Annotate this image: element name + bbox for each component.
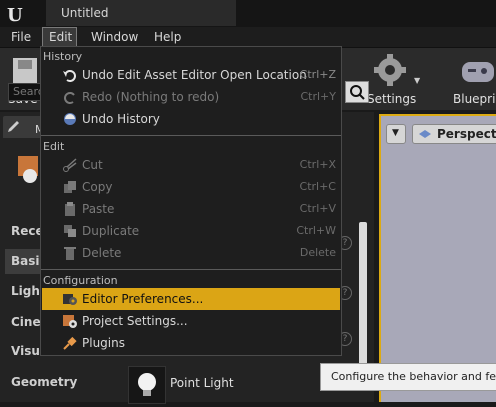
modes-tab[interactable]: M <box>3 116 45 138</box>
menu-separator <box>41 269 341 270</box>
undo-history-icon <box>64 113 76 125</box>
menu-cut[interactable]: Cut Ctrl+X <box>42 154 340 176</box>
menu-plugins[interactable]: Plugins <box>42 332 340 354</box>
menu-file[interactable]: File <box>11 27 31 47</box>
undo-history-label: Undo History <box>82 112 160 126</box>
viewport-options-button[interactable]: ▼ <box>386 124 406 144</box>
menu-undo-history[interactable]: Undo History <box>42 108 340 130</box>
delete-shortcut: Delete <box>299 246 336 259</box>
scissors-icon <box>63 158 77 172</box>
menu-duplicate[interactable]: Duplicate Ctrl+W <box>42 220 340 242</box>
menu-undo[interactable]: Undo Edit Asset Editor Open Location Ctr… <box>42 64 340 86</box>
point-light-thumbnail[interactable] <box>128 366 166 404</box>
level-viewport[interactable] <box>381 116 496 402</box>
settings-chevron-down-icon[interactable]: ▼ <box>414 76 420 85</box>
delete-label: Delete <box>82 246 122 260</box>
project-settings-icon <box>63 315 77 328</box>
project-settings-label: Project Settings... <box>82 314 188 328</box>
blueprint-gamepad-icon[interactable] <box>460 54 496 88</box>
category-geometry[interactable]: Geometry <box>11 375 77 389</box>
category-cinematic[interactable]: Cine <box>11 315 41 329</box>
viewport-perspective-button[interactable]: Perspective <box>412 124 496 144</box>
paste-shortcut: Ctrl+V <box>299 202 336 215</box>
configuration-section-header: Configuration <box>43 274 118 287</box>
light-bulb-icon <box>138 373 156 396</box>
copy-label: Copy <box>82 180 113 194</box>
perspective-label: Perspective <box>437 127 496 141</box>
document-tab[interactable]: Untitled <box>46 0 236 26</box>
menu-copy[interactable]: Copy Ctrl+C <box>42 176 340 198</box>
editor-preferences-icon <box>63 294 77 305</box>
menu-window[interactable]: Window <box>91 27 138 47</box>
redo-icon <box>64 92 75 104</box>
paste-label: Paste <box>82 202 115 216</box>
settings-button[interactable]: Settings <box>367 92 416 106</box>
search-icon <box>350 85 365 100</box>
pencil-icon <box>8 121 19 132</box>
undo-shortcut: Ctrl+Z <box>299 68 336 81</box>
history-section-header: History <box>43 50 83 63</box>
cut-shortcut: Ctrl+X <box>299 158 336 171</box>
plug-icon <box>63 336 77 350</box>
menu-separator <box>41 135 341 136</box>
edit-menu-dropdown: History Undo Edit Asset Editor Open Loca… <box>40 46 342 356</box>
gear-icon[interactable] <box>372 52 408 88</box>
plugins-label: Plugins <box>82 336 125 350</box>
menu-paste[interactable]: Paste Ctrl+V <box>42 198 340 220</box>
trash-icon <box>64 247 76 260</box>
menu-editor-preferences[interactable]: Editor Preferences... <box>42 288 340 310</box>
undo-icon <box>63 70 76 82</box>
tooltip: Configure the behavior and featu <box>320 363 496 391</box>
menu-delete[interactable]: Delete Delete <box>42 242 340 264</box>
menu-bar: File Edit Window Help <box>0 27 496 47</box>
menu-redo[interactable]: Redo (Nothing to redo) Ctrl+Y <box>42 86 340 108</box>
panel-scrollbar[interactable] <box>359 222 367 372</box>
menu-project-settings[interactable]: Project Settings... <box>42 310 340 332</box>
duplicate-shortcut: Ctrl+W <box>296 224 336 237</box>
point-light-label[interactable]: Point Light <box>170 376 234 390</box>
svg-text:U: U <box>7 5 23 25</box>
redo-label: Redo (Nothing to redo) <box>82 90 220 104</box>
chevron-down-icon: ▼ <box>392 128 399 138</box>
cut-label: Cut <box>82 158 103 172</box>
blueprints-button[interactable]: Blueprin <box>453 92 496 106</box>
title-bar: U Untitled <box>0 0 496 27</box>
edit-section-header: Edit <box>43 140 65 153</box>
clipboard-icon <box>65 202 75 216</box>
redo-shortcut: Ctrl+Y <box>300 90 336 103</box>
perspective-cube-icon <box>419 130 431 138</box>
editor-preferences-label: Editor Preferences... <box>82 292 204 306</box>
search-button[interactable] <box>345 81 369 103</box>
copy-shortcut: Ctrl+C <box>299 180 336 193</box>
duplicate-icon <box>64 225 76 237</box>
duplicate-label: Duplicate <box>82 224 140 238</box>
menu-edit[interactable]: Edit <box>42 27 77 47</box>
copy-icon <box>64 181 76 193</box>
unreal-logo-icon: U <box>7 5 23 25</box>
menu-help[interactable]: Help <box>154 27 181 47</box>
category-recently-placed[interactable]: Rece <box>11 224 44 238</box>
undo-label: Undo Edit Asset Editor Open Location <box>82 68 307 82</box>
